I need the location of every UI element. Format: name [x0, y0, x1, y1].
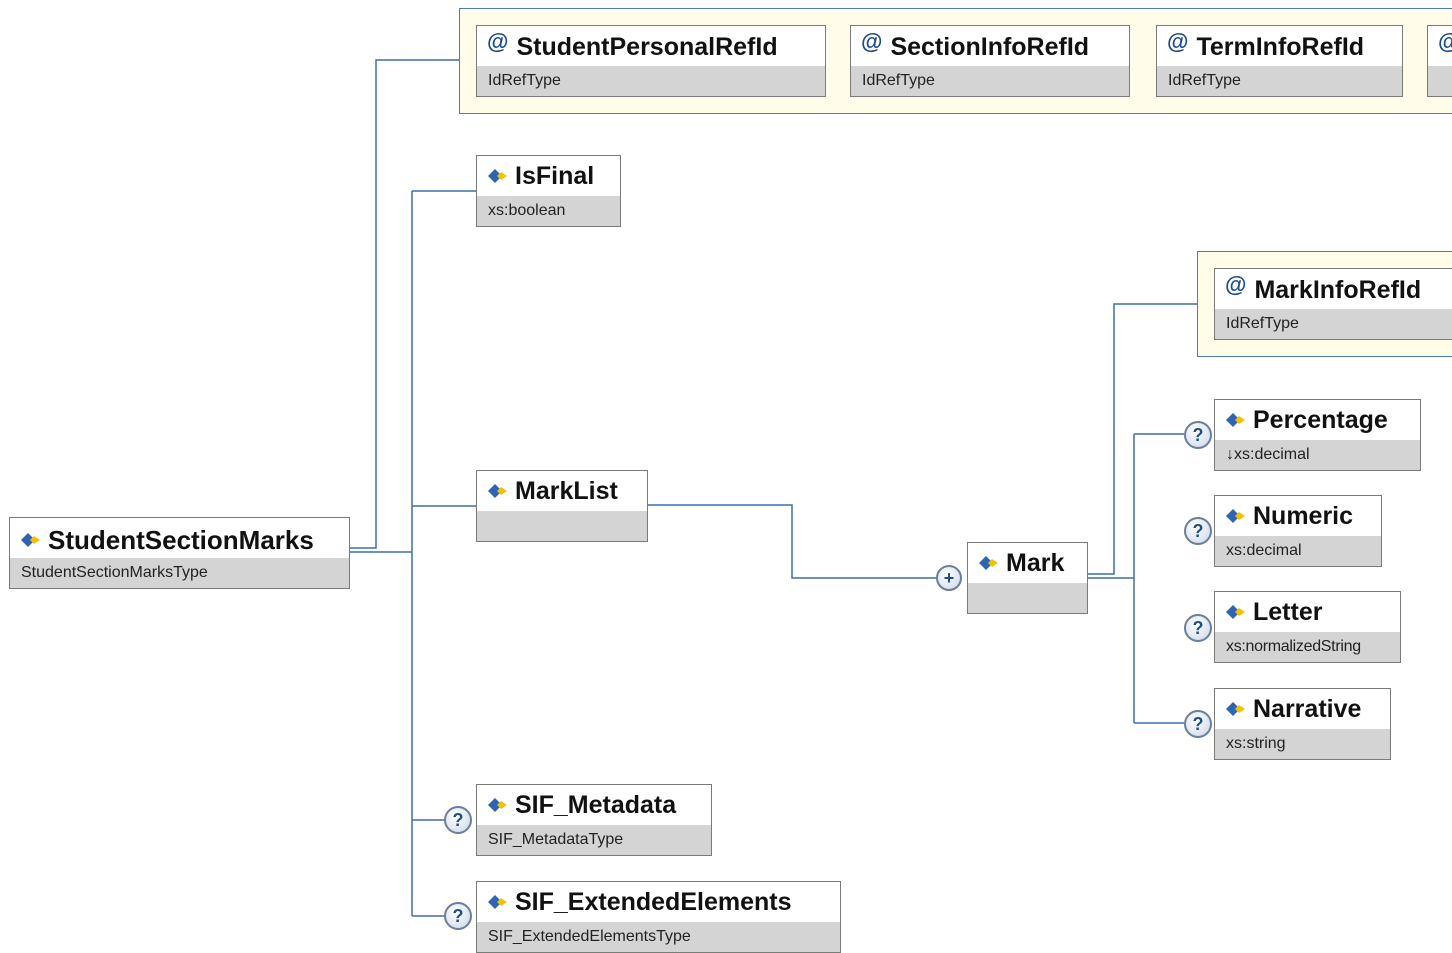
element-name: MarkList [515, 476, 618, 505]
attribute-header: @ [1428, 26, 1452, 68]
optional-icon: ? [1184, 710, 1212, 738]
attribute-node-mark-info-refid[interactable]: @ MarkInfoRefId IdRefType [1214, 268, 1452, 340]
element-header: SIF_ExtendedElements [477, 882, 840, 922]
element-icon [488, 169, 507, 183]
element-header: MarkList [477, 471, 647, 511]
root-element-type: StudentSectionMarksType [10, 558, 349, 588]
attribute-at-icon: @ [861, 29, 883, 54]
optional-icon: ? [444, 902, 472, 930]
attribute-type [1428, 66, 1452, 96]
element-icon [488, 895, 507, 909]
element-node-sif-extended-elements[interactable]: SIF_ExtendedElements SIF_ExtendedElement… [476, 881, 841, 953]
element-node-letter[interactable]: Letter xs:normalizedString [1214, 591, 1401, 663]
element-icon [1226, 509, 1245, 523]
attribute-name: TermInfoRefId [1196, 32, 1365, 61]
element-icon [1226, 702, 1245, 716]
attribute-at-icon: @ [1167, 29, 1189, 54]
element-name: Letter [1253, 597, 1323, 626]
optional-icon: ? [1184, 614, 1212, 642]
attribute-type: IdRefType [1157, 66, 1402, 96]
element-name: Mark [1006, 548, 1065, 577]
element-icon [1226, 605, 1245, 619]
root-element-name: StudentSectionMarks [48, 524, 314, 555]
element-icon [21, 533, 40, 547]
element-type: ↓xs:decimal [1215, 440, 1420, 470]
attribute-header: @ MarkInfoRefId [1215, 269, 1452, 311]
attribute-at-icon: @ [487, 29, 509, 54]
attribute-header: @ SectionInfoRefId [851, 26, 1129, 68]
element-node-percentage[interactable]: Percentage ↓xs:decimal [1214, 399, 1421, 471]
attribute-name: MarkInfoRefId [1254, 275, 1422, 304]
attribute-node-student-personal-refid[interactable]: @ StudentPersonalRefId IdRefType [476, 25, 826, 97]
element-header: Mark [968, 543, 1087, 583]
element-header: Narrative [1215, 689, 1390, 729]
expand-icon[interactable]: + [936, 565, 962, 591]
attribute-type: IdRefType [477, 66, 825, 96]
element-icon [1226, 413, 1245, 427]
element-header: SIF_Metadata [477, 785, 711, 825]
attribute-header: @ StudentPersonalRefId [477, 26, 825, 68]
element-type: xs:string [1215, 729, 1390, 759]
optional-icon: ? [1184, 421, 1212, 449]
element-node-mark[interactable]: Mark [967, 542, 1088, 614]
element-type [477, 511, 647, 541]
element-name: SIF_ExtendedElements [515, 887, 792, 916]
element-type: xs:decimal [1215, 536, 1381, 566]
element-icon [488, 484, 507, 498]
element-name: SIF_Metadata [515, 790, 677, 819]
element-name: Percentage [1253, 405, 1388, 434]
root-element-node[interactable]: StudentSectionMarks StudentSectionMarksT… [9, 517, 350, 589]
element-header: Numeric [1215, 496, 1381, 536]
attribute-node-term-info-refid[interactable]: @ TermInfoRefId IdRefType [1156, 25, 1403, 97]
attribute-at-icon: @ [1438, 29, 1452, 55]
connector-lines [350, 59, 1197, 917]
attribute-header: @ TermInfoRefId [1157, 26, 1402, 68]
element-node-sif-metadata[interactable]: SIF_Metadata SIF_MetadataType [476, 784, 712, 856]
attribute-at-icon: @ [1225, 272, 1247, 297]
element-name: Narrative [1253, 694, 1362, 723]
root-element-header: StudentSectionMarks [10, 518, 349, 562]
element-header: Percentage [1215, 400, 1420, 440]
element-type: SIF_MetadataType [477, 825, 711, 855]
attribute-node-partial-cutoff[interactable]: @ [1427, 25, 1452, 97]
element-node-numeric[interactable]: Numeric xs:decimal [1214, 495, 1382, 567]
element-node-is-final[interactable]: IsFinal xs:boolean [476, 155, 621, 227]
element-icon [979, 556, 998, 570]
element-node-narrative[interactable]: Narrative xs:string [1214, 688, 1391, 760]
element-name: IsFinal [515, 161, 595, 190]
optional-icon: ? [1184, 517, 1212, 545]
element-icon [488, 798, 507, 812]
element-type [968, 583, 1087, 613]
element-header: Letter [1215, 592, 1400, 632]
attribute-type: IdRefType [1215, 309, 1452, 339]
optional-icon: ? [444, 806, 472, 834]
attribute-node-section-info-refid[interactable]: @ SectionInfoRefId IdRefType [850, 25, 1130, 97]
element-name: Numeric [1253, 501, 1354, 530]
element-header: IsFinal [477, 156, 620, 196]
attribute-name: SectionInfoRefId [890, 32, 1090, 61]
element-node-mark-list[interactable]: MarkList [476, 470, 648, 542]
element-type: xs:boolean [477, 196, 620, 226]
element-type: xs:normalizedString [1215, 632, 1400, 662]
attribute-type: IdRefType [851, 66, 1129, 96]
attribute-name: StudentPersonalRefId [516, 32, 778, 61]
element-type: SIF_ExtendedElementsType [477, 922, 840, 952]
